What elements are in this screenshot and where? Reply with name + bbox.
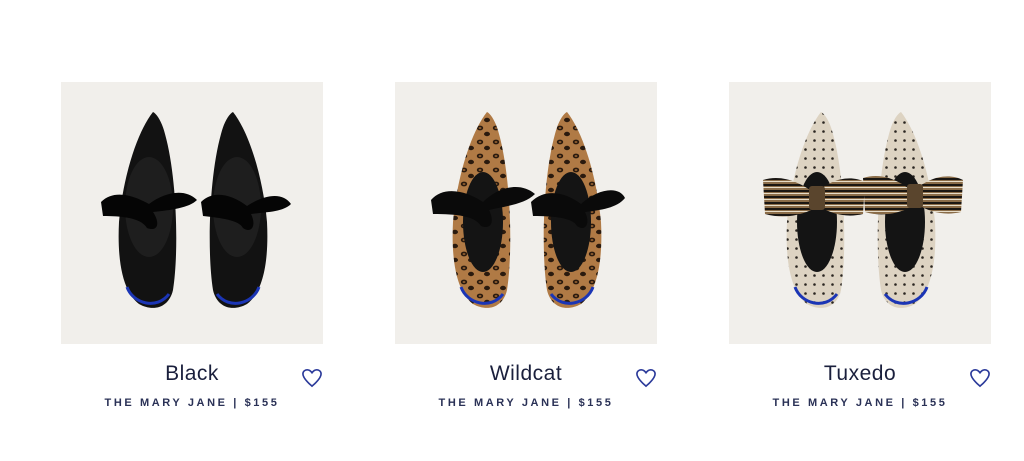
product-price: $155 [578, 397, 614, 409]
shoe-pair-tuxedo-image [763, 112, 963, 308]
product-card-tuxedo[interactable]: Tuxedo THE MARY JANE | $155 [729, 82, 991, 424]
product-info: Tuxedo THE MARY JANE | $155 [729, 344, 991, 424]
shoe-pair-leopard-image [431, 112, 625, 308]
product-style: THE MARY JANE [438, 397, 562, 409]
product-name[interactable]: Wildcat [395, 362, 657, 386]
product-name[interactable]: Tuxedo [729, 362, 991, 386]
product-info: Black THE MARY JANE | $155 [61, 344, 323, 424]
product-subtitle: THE MARY JANE | $155 [395, 397, 657, 409]
separator: | [901, 397, 907, 409]
product-name[interactable]: Black [61, 362, 323, 386]
product-subtitle: THE MARY JANE | $155 [729, 397, 991, 409]
separator: | [567, 397, 573, 409]
product-image-wildcat[interactable] [395, 82, 657, 344]
heart-outline-icon[interactable] [635, 368, 657, 388]
product-price: $155 [912, 397, 948, 409]
product-image-tuxedo[interactable] [729, 82, 991, 344]
shoe-pair-black-image [101, 112, 291, 308]
product-card-wildcat[interactable]: Wildcat THE MARY JANE | $155 [395, 82, 657, 424]
product-image-black[interactable] [61, 82, 323, 344]
product-style: THE MARY JANE [104, 397, 228, 409]
product-info: Wildcat THE MARY JANE | $155 [395, 344, 657, 424]
product-style: THE MARY JANE [772, 397, 896, 409]
heart-outline-icon[interactable] [969, 368, 991, 388]
product-grid: Black THE MARY JANE | $155 Wildcat THE M… [0, 0, 1024, 461]
product-card-black[interactable]: Black THE MARY JANE | $155 [61, 82, 323, 424]
product-price: $155 [244, 397, 280, 409]
product-subtitle: THE MARY JANE | $155 [61, 397, 323, 409]
separator: | [233, 397, 239, 409]
heart-outline-icon[interactable] [301, 368, 323, 388]
